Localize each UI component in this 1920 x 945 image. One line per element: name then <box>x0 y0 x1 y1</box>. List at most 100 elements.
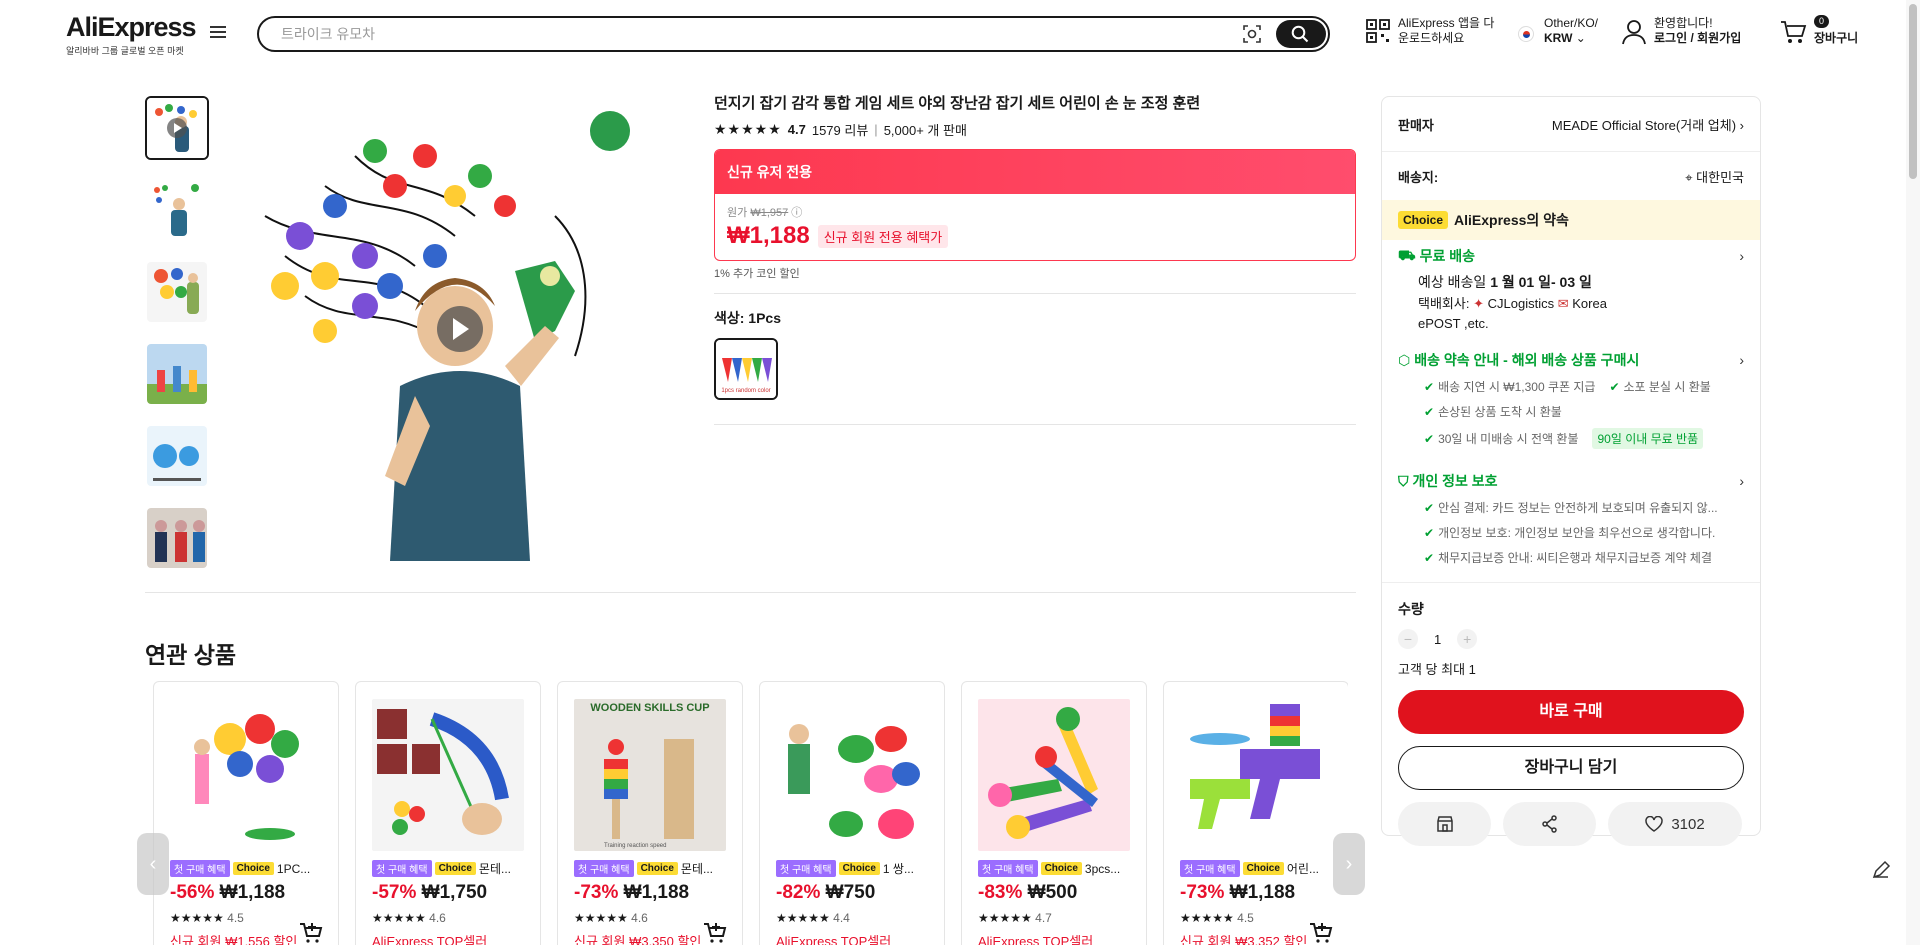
aliexpress-logo[interactable]: AliExpress 알리바바 그룹 글로벌 오픈 마켓 <box>66 12 197 57</box>
product-card[interactable]: 첫 구매 혜택 Choice 3pcs... -83% ₩500 ★★★★★ 4.7… <box>961 681 1147 945</box>
stars: ★★★★★ <box>170 911 224 925</box>
carrier-name-2: Korea <box>1572 296 1607 311</box>
image-caption: Training reaction speed <box>604 843 666 849</box>
product-name: 1 쌍... <box>882 862 914 876</box>
choice-tag: Choice <box>838 862 880 875</box>
seller-row[interactable]: 판매자 MEADE Official Store(거래 업체) › <box>1382 97 1760 151</box>
image-search-icon[interactable] <box>1242 24 1262 44</box>
buy-now-button[interactable]: 바로 구매 <box>1398 690 1744 734</box>
discount: -83% <box>978 882 1023 903</box>
delivery-promise-title: 배송 약속 안내 - 해외 배송 상품 구매시 <box>1414 352 1640 368</box>
thumbnail[interactable] <box>145 260 209 324</box>
choice-tag: Choice <box>232 862 274 875</box>
product-card[interactable]: 첫 구매 혜택 Choice 1PC... -56% ₩1,188 ★★★★★ 4.… <box>153 681 339 945</box>
choice-tag: Choice <box>1242 862 1284 875</box>
first-purchase-tag: 첫 구매 혜택 <box>978 860 1038 877</box>
cart-icon <box>1781 21 1807 43</box>
decrease-button[interactable]: − <box>1398 629 1418 649</box>
edit-icon[interactable] <box>1868 857 1894 883</box>
discount: -73% <box>1180 882 1225 903</box>
related-products-title: 연관 상품 <box>145 642 237 668</box>
privacy-bullet: 안심 결제: 카드 정보는 안전하게 보호되며 유출되지 않... <box>1438 501 1718 515</box>
product-card[interactable]: 첫 구매 혜택 Choice 어린... -73% ₩1,188 ★★★★★ 4.5… <box>1163 681 1348 945</box>
korea-flag-icon <box>1518 26 1534 42</box>
info-icon[interactable]: ⓘ <box>791 207 802 219</box>
chevron-right-icon: › <box>1739 473 1744 489</box>
product-card[interactable]: 첫 구매 혜택 Choice 1 쌍... -82% ₩750 ★★★★★ 4.4 … <box>759 681 945 945</box>
thumbnail[interactable] <box>145 424 209 488</box>
chevron-down-icon: ⌄ <box>1575 31 1586 45</box>
original-label: 원가 <box>727 207 748 219</box>
free-shipping-title: 무료 배송 <box>1419 248 1476 264</box>
free-shipping-section[interactable]: ⛟ 무료 배송 › 예상 배송일 1 월 01 일- 03 일 택배회사: ✦ C… <box>1382 240 1760 340</box>
search-input[interactable] <box>281 24 1221 44</box>
product-name: 3pcs... <box>1084 861 1121 876</box>
share-button[interactable] <box>1503 802 1596 846</box>
thumbnail-list <box>145 96 209 588</box>
eta-value: 1 월 01 일- 03 일 <box>1490 274 1592 290</box>
first-purchase-tag: 첫 구매 혜택 <box>170 860 230 877</box>
rating-row: ★★★★★ 4.7 1579 리뷰 | 5,000+ 개 판매 <box>714 120 1356 139</box>
store-button[interactable] <box>1398 802 1491 846</box>
price: ₩1,750 <box>421 882 488 903</box>
wishlist-count: 3102 <box>1671 815 1705 833</box>
page-scrollbar[interactable] <box>1906 0 1920 945</box>
korea-post-icon: ✉ <box>1557 296 1569 311</box>
add-to-cart-button[interactable]: 장바구니 담기 <box>1398 746 1744 790</box>
product-card[interactable]: 첫 구매 혜택 Choice 몬테... -57% ₩1,750 ★★★★★ 4.6… <box>355 681 541 945</box>
promo-text: 신규 회원 ₩1,556 할인 <box>170 934 298 945</box>
product-title: 던지기 잡기 감각 통합 게임 세트 야외 장난감 잡기 세트 어린이 손 눈 … <box>714 95 1201 112</box>
delivery-promise-section[interactable]: ⬡ 배송 약속 안내 - 해외 배송 상품 구매시 › ✔ 배송 지연 시 ₩1,3… <box>1382 344 1760 455</box>
first-purchase-tag: 첫 구매 혜택 <box>1180 860 1240 877</box>
ship-to-label: 배송지: <box>1398 169 1439 185</box>
chevron-right-icon: › <box>1739 352 1744 368</box>
location-pin-icon: ⌖ <box>1685 169 1693 185</box>
product-card[interactable]: WOODEN SKILLS CUP Training reaction spee… <box>557 681 743 945</box>
discount: -56% <box>170 882 215 903</box>
user-icon <box>1622 20 1646 45</box>
stars: ★★★★★ <box>1180 911 1234 925</box>
privacy-section[interactable]: ⛉ 개인 정보 보호 › ✔ 안심 결제: 카드 정보는 안전하게 보호되며 유출되… <box>1382 465 1760 572</box>
seller-name: MEADE Official Store(거래 업체) <box>1551 117 1737 133</box>
choice-tag: Choice <box>636 862 678 875</box>
thumbnail[interactable] <box>145 96 209 160</box>
quantity-value[interactable]: 1 <box>1434 632 1441 647</box>
quantity-stepper: − 1 + <box>1382 629 1760 649</box>
carrier-name-3: ePOST ,etc. <box>1418 316 1489 331</box>
carousel-next-button[interactable]: › <box>1333 833 1365 895</box>
product-name: 어린... <box>1286 862 1319 876</box>
box-icon: ⬡ <box>1398 351 1411 368</box>
review-count[interactable]: 1579 리뷰 <box>812 120 868 139</box>
store-icon <box>1436 816 1453 832</box>
privacy-bullet: 채무지급보증 안내: 씨티은행과 채무지급보증 계약 체결 <box>1438 551 1712 565</box>
main-product-image[interactable] <box>225 96 690 561</box>
increase-button[interactable]: + <box>1457 629 1478 649</box>
thumbnail[interactable] <box>145 178 209 242</box>
promise-bullet: 배송 지연 시 ₩1,300 쿠폰 지급 <box>1438 380 1596 394</box>
search-button[interactable] <box>1276 20 1326 48</box>
promo-text: AliExpress TOP셀러 <box>978 934 1094 945</box>
product-name: 몬테... <box>680 862 713 876</box>
choice-promise-text: AliExpress의 약속 <box>1454 212 1569 228</box>
current-price: ₩1,188 <box>727 222 810 249</box>
original-price-row: 원가 ₩1,957 ⓘ <box>727 204 1343 220</box>
truck-icon: ⛟ <box>1398 246 1416 263</box>
promo-header: 신규 유저 전용 <box>715 150 1355 194</box>
color-label: 색상: 1Pcs <box>714 310 782 326</box>
currency: KRW <box>1544 31 1573 45</box>
carousel-prev-button[interactable]: ‹ <box>137 833 169 895</box>
rating: 4.4 <box>833 911 850 925</box>
ship-to-row[interactable]: 배송지: ⌖ 대한민국 <box>1382 152 1760 200</box>
carrier-name: CJLogistics <box>1487 296 1555 311</box>
choice-badge: Choice <box>1398 211 1449 229</box>
wishlist-button[interactable]: 3102 <box>1608 802 1742 846</box>
chevron-right-icon: › <box>1739 248 1744 264</box>
promo-text: 신규 회원 ₩3,350 할인 <box>574 934 702 945</box>
stars: ★★★★★ <box>574 911 628 925</box>
app-line-2: 운로드하세요 <box>1398 31 1465 45</box>
thumbnail[interactable] <box>145 506 209 570</box>
menu-icon[interactable] <box>210 26 226 40</box>
discount: -73% <box>574 882 619 903</box>
thumbnail[interactable] <box>145 342 209 406</box>
color-swatch[interactable]: 1pcs random color <box>714 338 778 400</box>
